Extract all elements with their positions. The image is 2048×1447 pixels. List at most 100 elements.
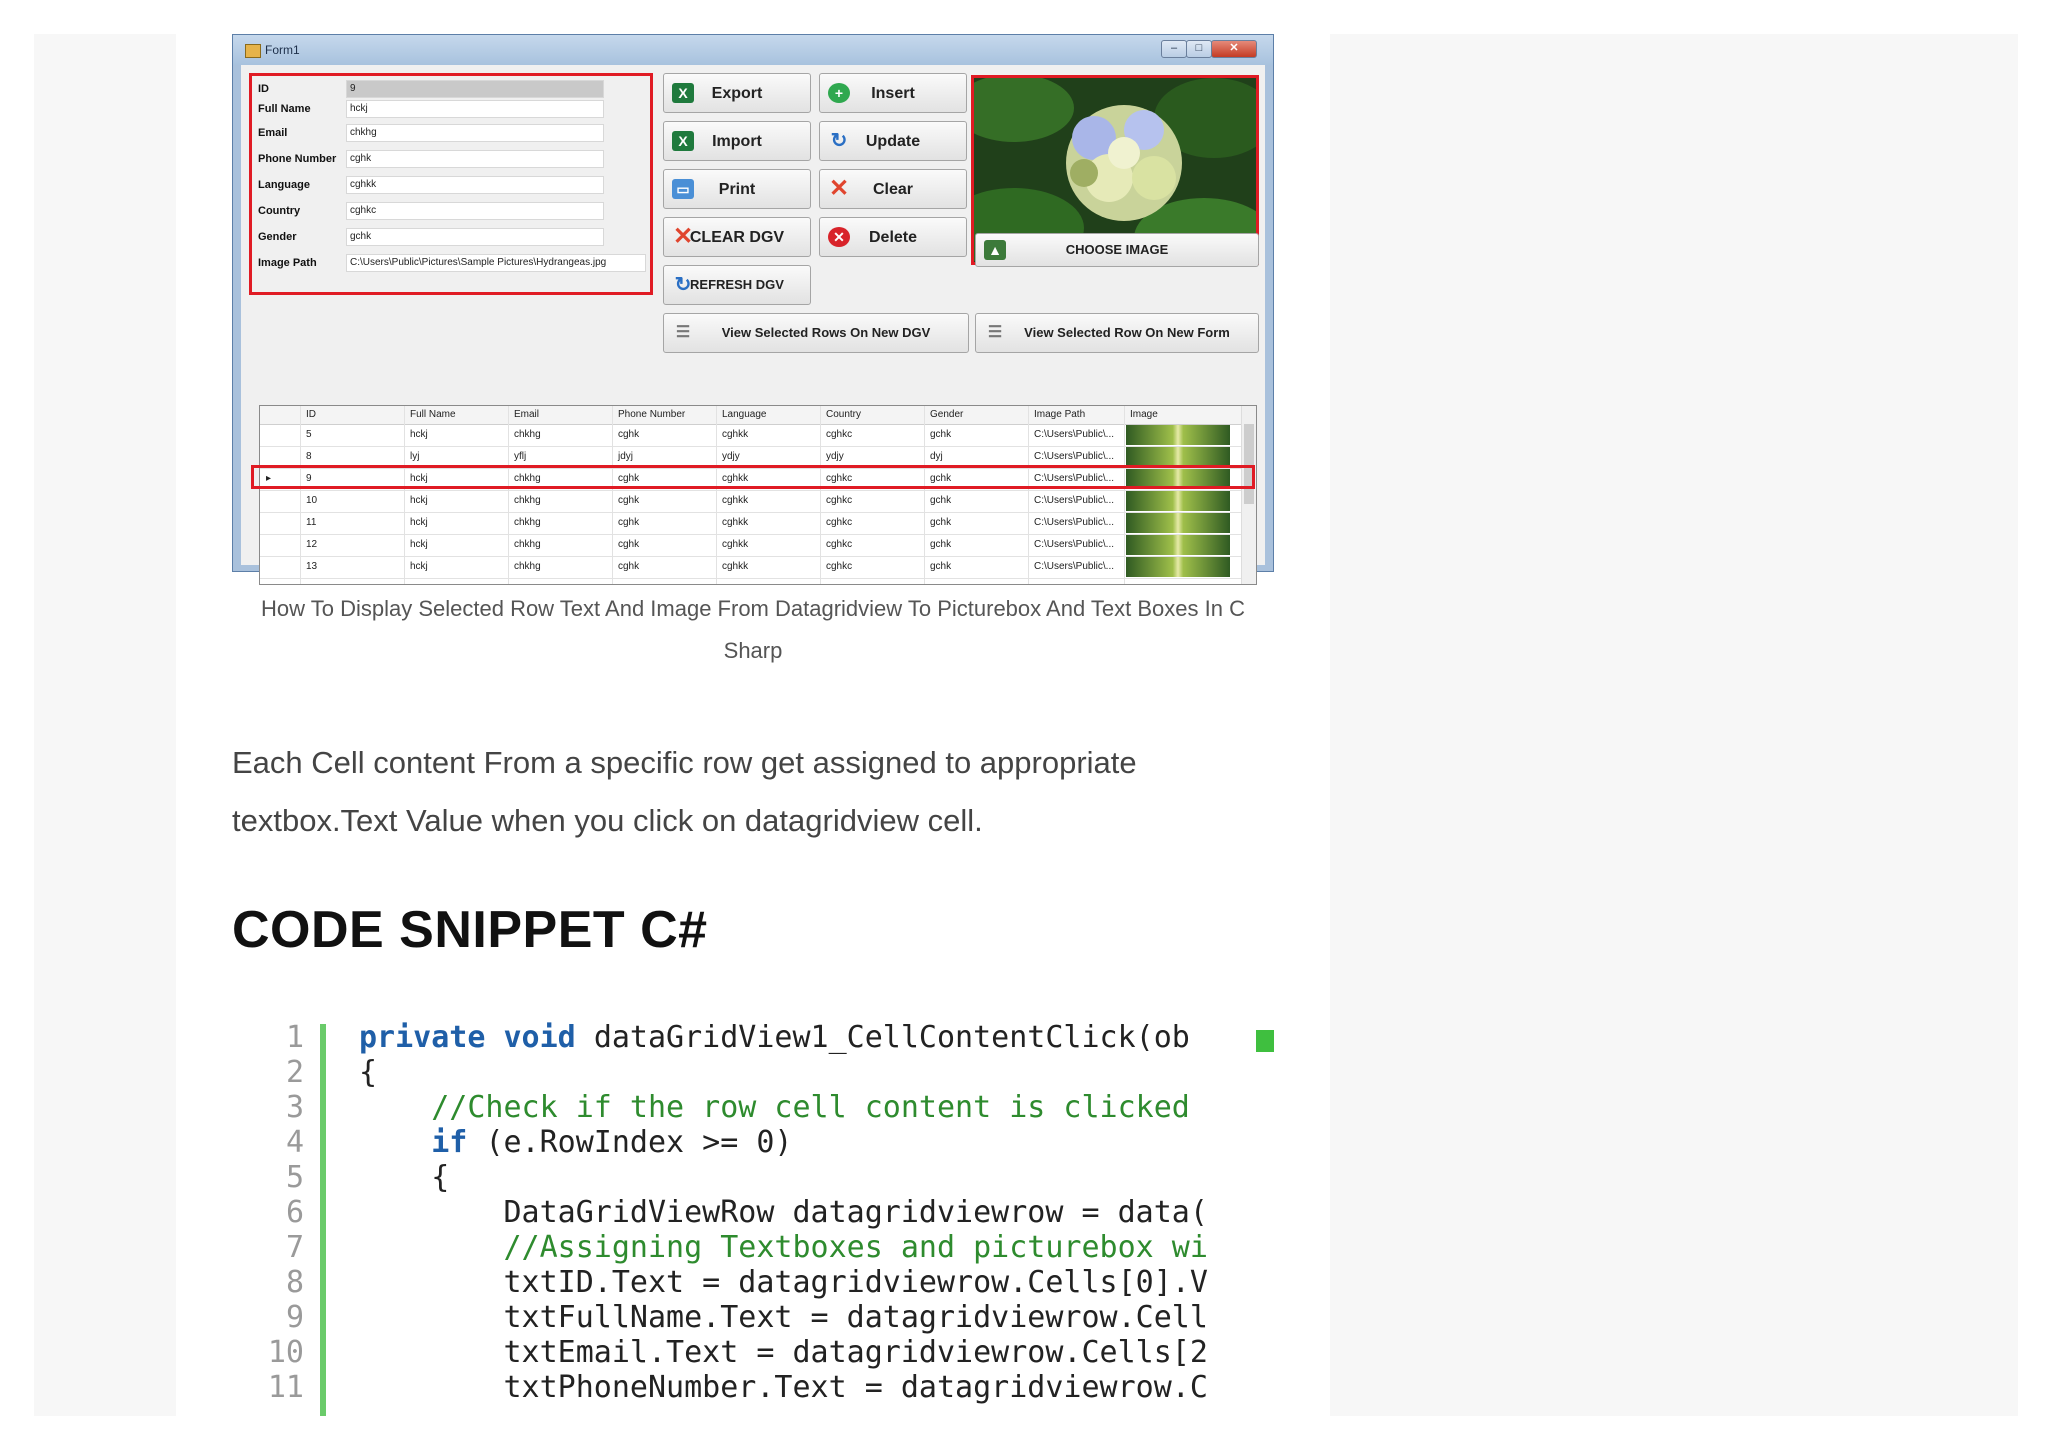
table-cell[interactable]: ydjy bbox=[722, 451, 740, 462]
country-input[interactable]: cghkc bbox=[346, 202, 604, 220]
delete-button[interactable]: ✕ Delete bbox=[819, 217, 967, 257]
code-text: txtEmail.Text = datagridviewrow.Cells[2 bbox=[503, 1335, 1208, 1370]
row-image-thumbnail[interactable] bbox=[1126, 491, 1230, 511]
table-cell[interactable]: 12 bbox=[306, 539, 317, 550]
table-cell[interactable]: cghk bbox=[618, 561, 639, 572]
data-grid-view[interactable]: ID Full Name Email Phone Number Language… bbox=[259, 405, 1257, 585]
grid-col-header[interactable]: Email bbox=[514, 409, 539, 420]
table-cell[interactable]: C:\Users\Public\... bbox=[1034, 495, 1114, 506]
table-row[interactable]: 10 hckj chkhg cghk cghkk cghkc gchk C:\Users\Pu… bbox=[260, 490, 1256, 513]
grid-col-header[interactable]: Gender bbox=[930, 409, 963, 420]
table-row[interactable]: 5 hckj chkhg cghk cghkk cghkc gchk C:\Users\Pub… bbox=[260, 424, 1256, 447]
table-cell[interactable]: hckj bbox=[410, 517, 428, 528]
table-cell[interactable]: 8 bbox=[306, 451, 312, 462]
clear-dgv-button[interactable]: ✕ CLEAR DGV bbox=[663, 217, 811, 257]
table-cell[interactable]: hckj bbox=[410, 495, 428, 506]
table-cell[interactable]: cghkk bbox=[722, 517, 748, 528]
update-button[interactable]: ↻ Update bbox=[819, 121, 967, 161]
table-cell[interactable]: cghkc bbox=[826, 539, 852, 550]
grid-col-header[interactable]: ID bbox=[306, 409, 316, 420]
table-cell[interactable]: cghkc bbox=[826, 561, 852, 572]
table-cell[interactable]: cghkc bbox=[826, 495, 852, 506]
table-cell[interactable]: yflj bbox=[514, 451, 526, 462]
id-input[interactable]: 9 bbox=[346, 80, 604, 98]
maximize-button[interactable]: □ bbox=[1186, 40, 1212, 58]
table-cell[interactable]: lyj bbox=[410, 451, 419, 462]
minimize-button[interactable]: – bbox=[1161, 40, 1187, 58]
table-cell[interactable]: 10 bbox=[306, 495, 317, 506]
view-rows-new-dgv-button[interactable]: ☰ View Selected Rows On New DGV bbox=[663, 313, 969, 353]
row-image-thumbnail[interactable] bbox=[1126, 513, 1230, 533]
table-cell[interactable]: gchk bbox=[930, 517, 951, 528]
table-cell[interactable]: chkhg bbox=[514, 539, 541, 550]
grid-col-header[interactable]: Full Name bbox=[410, 409, 456, 420]
table-cell[interactable]: gchk bbox=[930, 495, 951, 506]
grid-col-header[interactable]: Language bbox=[722, 409, 767, 420]
print-button[interactable]: ▭ Print bbox=[663, 169, 811, 209]
row-image-thumbnail[interactable] bbox=[1126, 557, 1230, 577]
table-cell[interactable]: gchk bbox=[930, 429, 951, 440]
phone-input[interactable]: cghk bbox=[346, 150, 604, 168]
update-label: Update bbox=[865, 133, 921, 150]
table-cell[interactable]: cghkk bbox=[722, 495, 748, 506]
row-image-thumbnail[interactable] bbox=[1126, 447, 1230, 467]
view-row-new-form-button[interactable]: ☰ View Selected Row On New Form bbox=[975, 313, 1259, 353]
table-row[interactable]: 12 hckj chkhg cghk cghkk cghkc gchk C:\Users\Pu… bbox=[260, 534, 1256, 557]
grid-scrollbar[interactable] bbox=[1241, 406, 1256, 584]
table-cell[interactable]: hckj bbox=[410, 561, 428, 572]
table-cell[interactable]: C:\Users\Public\... bbox=[1034, 429, 1114, 440]
table-cell[interactable]: cghk bbox=[618, 539, 639, 550]
table-cell[interactable]: 11 bbox=[306, 517, 316, 528]
table-cell[interactable]: 5 bbox=[306, 429, 312, 440]
fullname-input[interactable]: hckj bbox=[346, 100, 604, 118]
insert-button[interactable]: + Insert bbox=[819, 73, 967, 113]
copy-badge-icon[interactable] bbox=[1256, 1030, 1274, 1052]
table-cell[interactable]: hckj bbox=[410, 429, 428, 440]
table-cell[interactable]: gchk bbox=[930, 539, 951, 550]
table-cell[interactable]: C:\Users\Public\... bbox=[1034, 539, 1114, 550]
table-cell[interactable]: cghk bbox=[618, 495, 639, 506]
table-cell[interactable]: chkhg bbox=[514, 495, 541, 506]
table-cell[interactable]: cghkk bbox=[722, 429, 748, 440]
table-cell[interactable]: gchk bbox=[930, 561, 951, 572]
grid-col-header[interactable]: Phone Number bbox=[618, 409, 685, 420]
table-cell[interactable]: chkhg bbox=[514, 517, 541, 528]
gender-input[interactable]: gchk bbox=[346, 228, 604, 246]
grid-col-header[interactable]: Image bbox=[1130, 409, 1158, 420]
table-cell[interactable]: cghk bbox=[618, 429, 639, 440]
table-cell[interactable]: hckj bbox=[410, 539, 428, 550]
clear-button[interactable]: ✕ Clear bbox=[819, 169, 967, 209]
table-row[interactable]: 11 hckj chkhg cghk cghkk cghkc gchk C:\Users\Pu… bbox=[260, 512, 1256, 535]
choose-image-button[interactable]: ▲ CHOOSE IMAGE bbox=[975, 233, 1259, 267]
row-image-thumbnail[interactable] bbox=[1126, 535, 1230, 555]
code-line: 11 txtPhoneNumber.Text = datagridviewrow… bbox=[232, 1370, 1274, 1405]
table-cell[interactable]: chkhg bbox=[514, 429, 541, 440]
code-snippet[interactable]: 1 private void dataGridView1_CellContentC… bbox=[232, 1020, 1274, 1416]
close-button[interactable]: ✕ bbox=[1211, 40, 1257, 58]
refresh-dgv-button[interactable]: ↻ REFRESH DGV bbox=[663, 265, 811, 305]
line-number: 6 bbox=[285, 1195, 304, 1230]
grid-col-header[interactable]: Image Path bbox=[1034, 409, 1085, 420]
import-button[interactable]: X Import bbox=[663, 121, 811, 161]
table-cell[interactable]: dyj bbox=[930, 451, 943, 462]
imagepath-input[interactable]: C:\Users\Public\Pictures\Sample Pictures… bbox=[346, 254, 646, 272]
table-cell[interactable]: jdyj bbox=[618, 451, 633, 462]
language-input[interactable]: cghkk bbox=[346, 176, 604, 194]
row-image-thumbnail[interactable] bbox=[1126, 425, 1230, 445]
table-cell[interactable]: cghkc bbox=[826, 429, 852, 440]
table-cell[interactable]: ydjy bbox=[826, 451, 844, 462]
table-row[interactable]: 13 hckj chkhg cghk cghkk cghkc gchk C:\Users\Pu… bbox=[260, 556, 1256, 579]
table-cell[interactable]: C:\Users\Public\... bbox=[1034, 451, 1114, 462]
table-cell[interactable]: C:\Users\Public\... bbox=[1034, 517, 1114, 528]
table-cell[interactable]: cghkk bbox=[722, 561, 748, 572]
email-input[interactable]: chkhg bbox=[346, 124, 604, 142]
grid-col-header[interactable]: Country bbox=[826, 409, 861, 420]
table-cell[interactable]: C:\Users\Public\... bbox=[1034, 561, 1114, 572]
table-cell[interactable]: cghk bbox=[618, 517, 639, 528]
grid-scrollbar-thumb[interactable] bbox=[1244, 424, 1254, 504]
table-cell[interactable]: 13 bbox=[306, 561, 317, 572]
table-cell[interactable]: chkhg bbox=[514, 561, 541, 572]
table-cell[interactable]: cghkc bbox=[826, 517, 852, 528]
table-cell[interactable]: cghkk bbox=[722, 539, 748, 550]
export-button[interactable]: X Export bbox=[663, 73, 811, 113]
